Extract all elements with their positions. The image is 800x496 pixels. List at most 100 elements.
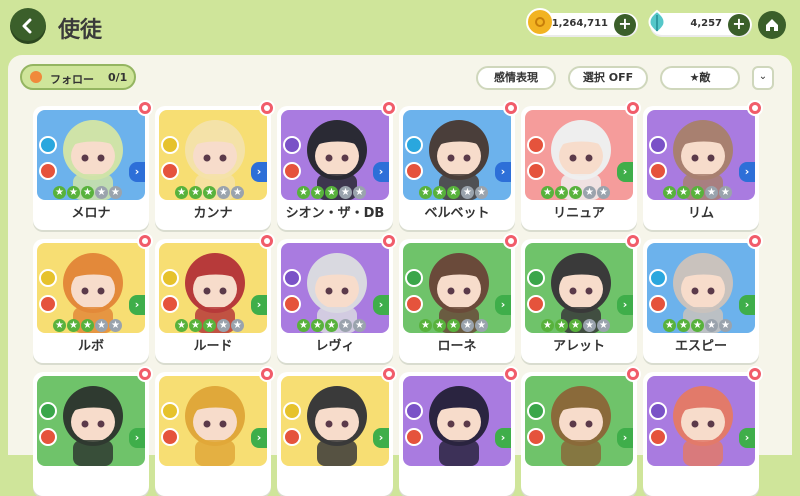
chevron-right-icon: › — [373, 295, 389, 315]
star-icon: ★ — [95, 186, 108, 199]
back-arrow-icon — [22, 18, 32, 34]
star-icon: ★ — [597, 319, 610, 332]
character-card[interactable]: › ★ ★ ★ ★ ★ メロナ — [33, 106, 149, 230]
chevron-right-icon: › — [251, 295, 267, 315]
star-icon: ★ — [433, 319, 446, 332]
character-card[interactable]: › — [643, 372, 759, 496]
chevron-right-icon: › — [129, 428, 145, 448]
role-icon — [405, 162, 423, 180]
add-coins-button[interactable]: + — [614, 14, 636, 36]
flower-badge-icon — [625, 366, 641, 382]
chevron-right-icon: › — [739, 428, 755, 448]
star-icon: ★ — [311, 186, 324, 199]
chevron-right-icon: › — [739, 295, 755, 315]
role-icon — [527, 428, 545, 446]
star-icon: ★ — [325, 319, 338, 332]
character-portrait — [647, 376, 755, 466]
home-button[interactable] — [758, 11, 786, 39]
back-button[interactable] — [10, 8, 46, 44]
flower-badge-icon — [137, 366, 153, 382]
element-icon — [39, 269, 57, 287]
chevron-right-icon: › — [495, 428, 511, 448]
star-icon: ★ — [175, 319, 188, 332]
element-icon — [405, 402, 423, 420]
flower-badge-icon — [381, 233, 397, 249]
role-icon — [39, 428, 57, 446]
character-card[interactable]: › — [155, 372, 271, 496]
star-icon: ★ — [297, 319, 310, 332]
star-icon: ★ — [231, 319, 244, 332]
chevron-right-icon: › — [739, 162, 755, 182]
element-icon — [39, 402, 57, 420]
character-portrait — [159, 376, 267, 466]
character-card[interactable]: › ★ ★ ★ ★ ★ カンナ — [155, 106, 271, 230]
star-icon: ★ — [353, 186, 366, 199]
star-icon: ★ — [461, 186, 474, 199]
star-rating: ★ ★ ★ ★ ★ — [663, 319, 732, 333]
star-icon: ★ — [583, 186, 596, 199]
star-icon: ★ — [109, 186, 122, 199]
character-card[interactable]: › ★ ★ ★ ★ ★ ルボ — [33, 239, 149, 363]
star-icon: ★ — [663, 319, 676, 332]
star-icon: ★ — [95, 319, 108, 332]
star-icon: ★ — [475, 319, 488, 332]
character-card[interactable]: › ★ ★ ★ ★ ★ アレット — [521, 239, 637, 363]
star-icon: ★ — [475, 186, 488, 199]
flower-badge-icon — [137, 233, 153, 249]
star-icon: ★ — [677, 319, 690, 332]
chevron-down-icon[interactable]: ⌄ — [752, 66, 774, 90]
star-icon: ★ — [325, 186, 338, 199]
star-rating: ★ ★ ★ ★ ★ — [53, 319, 122, 333]
emotion-button[interactable]: 感情表現 — [476, 66, 556, 90]
select-toggle-button[interactable]: 選択 OFF — [568, 66, 648, 90]
coin-counter: 1,264,711 + — [526, 8, 638, 37]
character-card[interactable]: › ★ ★ ★ ★ ★ ローネ — [399, 239, 515, 363]
character-card[interactable]: › — [277, 372, 393, 496]
star-rating: ★ ★ ★ ★ ★ — [541, 186, 610, 200]
character-name: メロナ — [71, 206, 111, 221]
character-card[interactable]: › ★ ★ ★ ★ ★ シオン・ザ・DB — [277, 106, 393, 230]
character-name: リニュア — [553, 206, 605, 221]
gem-value: 4,257 — [690, 18, 722, 29]
chevron-right-icon: › — [129, 295, 145, 315]
follow-count: 0/1 — [108, 71, 128, 84]
star-icon: ★ — [203, 186, 216, 199]
character-card[interactable]: › ★ ★ ★ ★ ★ エスピー — [643, 239, 759, 363]
character-card[interactable]: › ★ ★ ★ ★ ★ レヴィ — [277, 239, 393, 363]
add-gems-button[interactable]: + — [728, 14, 750, 36]
flower-badge-icon — [503, 233, 519, 249]
character-portrait — [37, 376, 145, 466]
home-icon — [766, 19, 778, 31]
role-icon — [283, 162, 301, 180]
character-name: リム — [687, 206, 714, 221]
character-card[interactable]: › — [399, 372, 515, 496]
role-icon — [649, 295, 667, 313]
flower-badge-icon — [747, 366, 763, 382]
character-card[interactable]: › — [33, 372, 149, 496]
element-icon — [283, 269, 301, 287]
character-card[interactable]: › — [521, 372, 637, 496]
character-card[interactable]: › ★ ★ ★ ★ ★ リニュア — [521, 106, 637, 230]
element-icon — [283, 136, 301, 154]
star-icon: ★ — [447, 186, 460, 199]
flower-badge-icon — [503, 366, 519, 382]
character-card[interactable]: › ★ ★ ★ ★ ★ ルード — [155, 239, 271, 363]
star-icon: ★ — [53, 186, 66, 199]
element-icon — [649, 136, 667, 154]
role-icon — [649, 428, 667, 446]
follow-filter-button[interactable]: フォロー 0/1 — [20, 64, 136, 90]
star-icon: ★ — [663, 186, 676, 199]
sort-enemy-button[interactable]: ★敵 — [660, 66, 740, 90]
chevron-right-icon: › — [495, 295, 511, 315]
role-icon — [161, 162, 179, 180]
star-icon: ★ — [597, 186, 610, 199]
flower-badge-icon — [625, 233, 641, 249]
role-icon — [161, 428, 179, 446]
element-icon — [405, 269, 423, 287]
flower-badge-icon — [747, 233, 763, 249]
character-card[interactable]: › ★ ★ ★ ★ ★ ベルベット — [399, 106, 515, 230]
star-icon: ★ — [419, 319, 432, 332]
character-name: ルード — [193, 339, 233, 354]
character-card[interactable]: › ★ ★ ★ ★ ★ リム — [643, 106, 759, 230]
character-name: シオン・ザ・DB — [285, 206, 385, 221]
